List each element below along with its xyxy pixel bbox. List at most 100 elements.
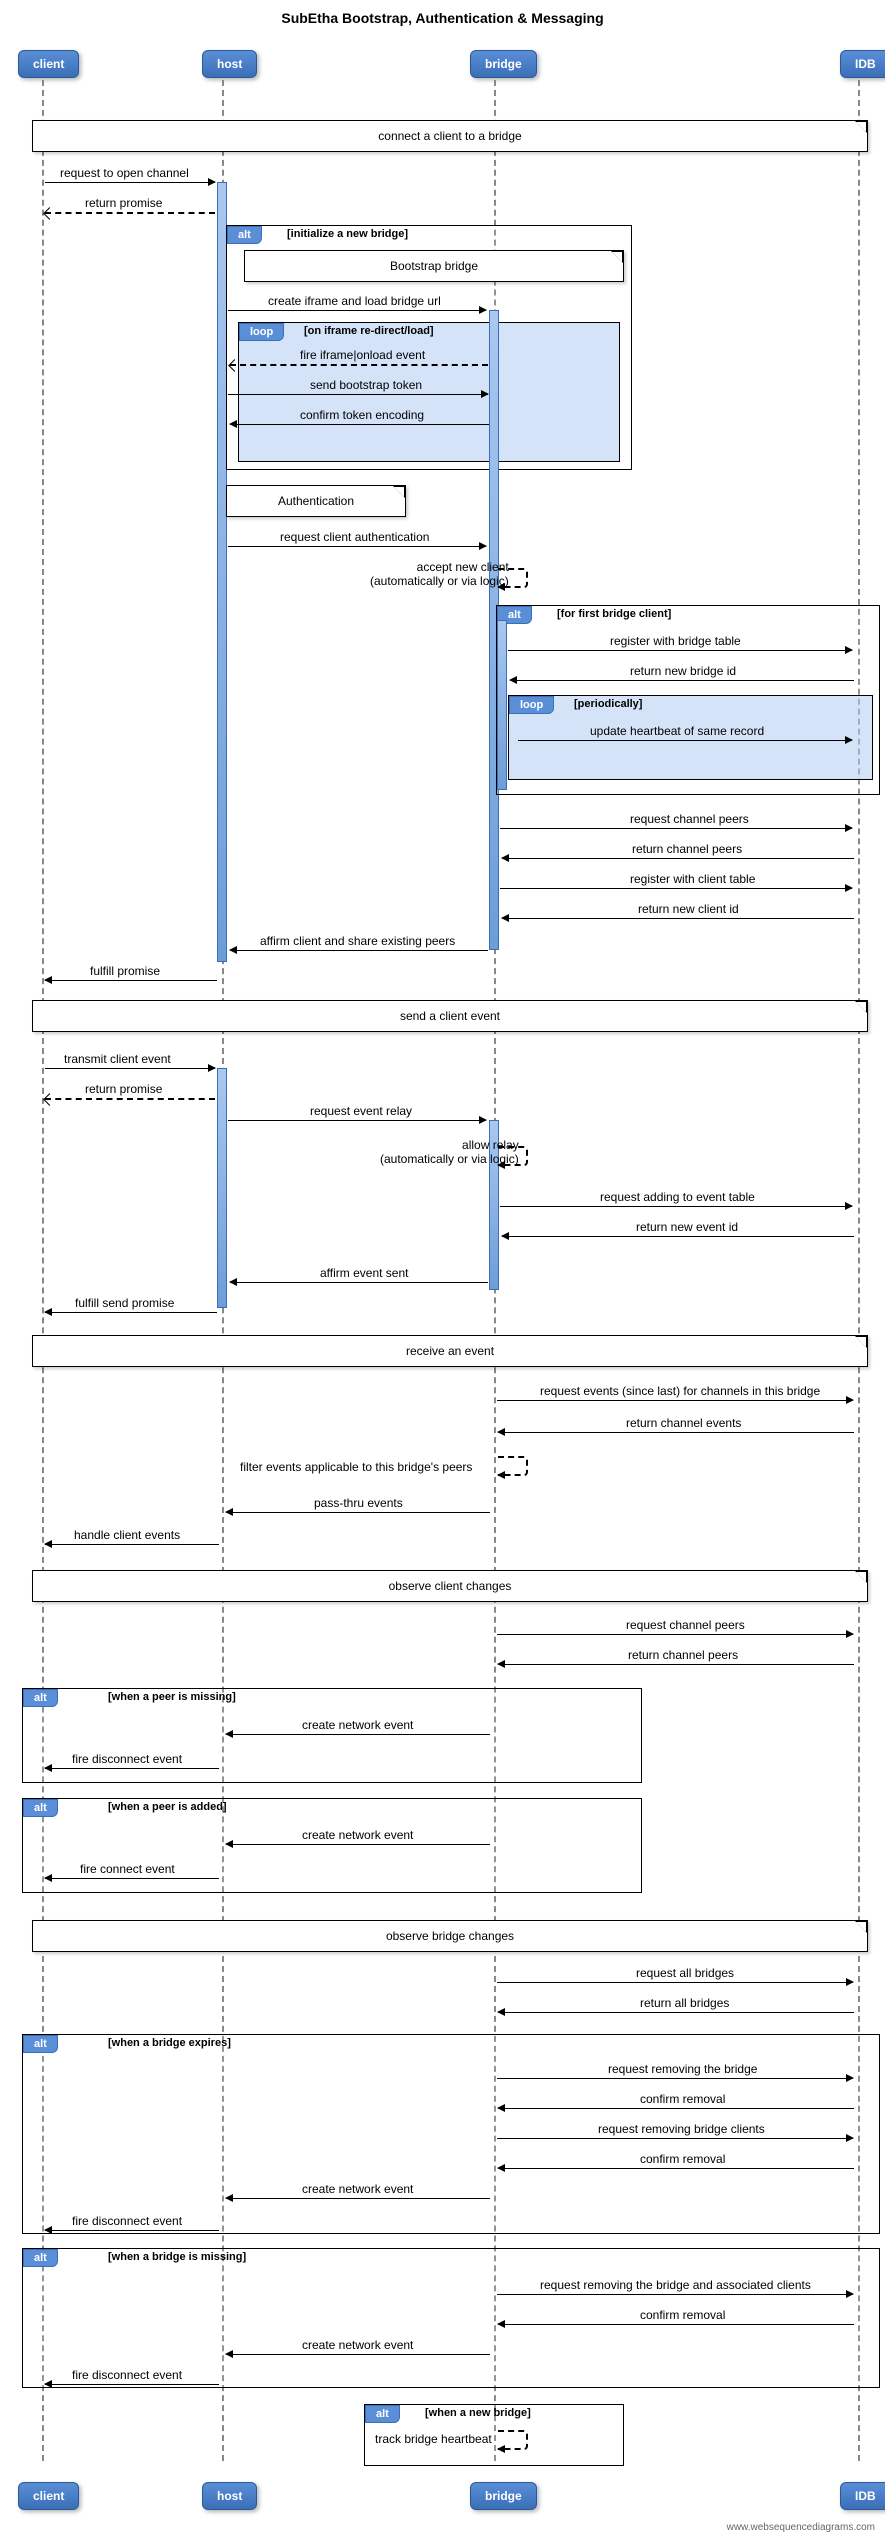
- msg-ret-event-id: return new event id: [636, 1220, 738, 1234]
- arrow-fire-disc-1: [45, 1768, 219, 1769]
- note-auth: Authentication: [226, 485, 406, 517]
- arrow-create-net-2: [226, 1844, 490, 1845]
- msg-req-peers-2: request channel peers: [626, 1618, 745, 1632]
- arrow-reg-client: [500, 888, 852, 889]
- frame-tag-alt-4: alt: [23, 1799, 58, 1817]
- frame-tag-alt-5: alt: [23, 2035, 58, 2053]
- arrow-send-token: [228, 394, 488, 395]
- arrow-ret-event-id: [502, 1236, 854, 1237]
- arrow-create-net-1: [226, 1734, 490, 1735]
- msg-conf-rm-3: confirm removal: [640, 2308, 725, 2322]
- msg-conf-rm-2: confirm removal: [640, 2152, 725, 2166]
- cond-peer-add: [when a peer is added]: [108, 1801, 227, 1813]
- arrow-conf-rm-2: [498, 2168, 854, 2169]
- arrow-ret-promise-1: [45, 212, 215, 214]
- arrow-fire-disc-2: [45, 2230, 219, 2231]
- frame-tag-loop-2: loop: [509, 696, 554, 714]
- self-track: [498, 2430, 528, 2450]
- frame-tag-alt-3: alt: [23, 1689, 58, 1707]
- self-accept: [498, 568, 528, 588]
- msg-pass-thru: pass-thru events: [314, 1496, 403, 1510]
- msg-handle: handle client events: [74, 1528, 180, 1542]
- self-allow: [498, 1146, 528, 1166]
- arrow-fulfill-1: [45, 980, 217, 981]
- msg-transmit: transmit client event: [64, 1052, 171, 1066]
- actor-client-top: client: [18, 50, 79, 78]
- arrow-pass-thru: [226, 1512, 490, 1513]
- self-filter: [498, 1456, 528, 1476]
- msg-ret-peers-1: return channel peers: [632, 842, 742, 856]
- arrow-req-rm-bridge: [497, 2078, 853, 2079]
- msg-track: track bridge heartbeat: [375, 2432, 492, 2446]
- msg-fire-conn: fire connect event: [80, 1862, 175, 1876]
- msg-ret-promise-1: return promise: [85, 196, 162, 210]
- arrow-transmit: [45, 1068, 215, 1069]
- arrow-affirm-client: [230, 950, 488, 951]
- arrow-conf-rm-3: [498, 2324, 854, 2325]
- actor-host-bot: host: [202, 2482, 257, 2510]
- frame-tag-loop-1: loop: [239, 323, 284, 341]
- msg-req-rm-assoc: request removing the bridge and associat…: [540, 2278, 811, 2292]
- msg-ret-client: return new client id: [638, 902, 739, 916]
- msg-affirm-client: affirm client and share existing peers: [260, 934, 455, 948]
- msg-ret-promise-2: return promise: [85, 1082, 162, 1096]
- arrow-req-add-event: [500, 1206, 852, 1207]
- arrow-req-peers-2: [497, 1634, 853, 1635]
- msg-send-token: send bootstrap token: [310, 378, 422, 392]
- note-obs-bridge: observe bridge changes: [32, 1920, 868, 1952]
- cond-first: [for first bridge client]: [557, 608, 671, 620]
- arrow-req-relay: [228, 1120, 486, 1121]
- cond-bridge-miss: [when a bridge is missing]: [108, 2251, 246, 2263]
- msg-ret-bridge: return new bridge id: [630, 664, 736, 678]
- arrow-ret-peers-1: [502, 858, 854, 859]
- actor-idb-top: IDB: [840, 50, 885, 78]
- cond-iframe: [on iframe re-direct/load]: [304, 325, 434, 337]
- msg-req-events: request events (since last) for channels…: [540, 1384, 820, 1398]
- arrow-fulfill-send: [45, 1312, 217, 1313]
- arrow-req-open: [45, 182, 215, 183]
- note-obs-client: observe client changes: [32, 1570, 868, 1602]
- msg-create-net-1: create network event: [302, 1718, 413, 1732]
- msg-fire-disc-2: fire disconnect event: [72, 2214, 182, 2228]
- arrow-create-iframe: [228, 310, 486, 311]
- frame-loop-iframe: loop [on iframe re-direct/load]: [238, 322, 620, 462]
- msg-reg-bridge: register with bridge table: [610, 634, 741, 648]
- arrow-req-events: [497, 1400, 853, 1401]
- actor-host-top: host: [202, 50, 257, 78]
- arrow-ret-events: [498, 1432, 854, 1433]
- msg-req-rm-clients: request removing bridge clients: [598, 2122, 765, 2136]
- arrow-handle: [45, 1544, 219, 1545]
- msg-conf-rm-1: confirm removal: [640, 2092, 725, 2106]
- footer-credit: www.websequencediagrams.com: [727, 2522, 875, 2533]
- arrow-req-rm-assoc: [497, 2294, 853, 2295]
- sequence-diagram: SubEtha Bootstrap, Authentication & Mess…: [0, 0, 885, 2541]
- msg-fire-disc-3: fire disconnect event: [72, 2368, 182, 2382]
- arrow-req-auth: [228, 546, 486, 547]
- msg-req-rm-bridge: request removing the bridge: [608, 2062, 757, 2076]
- msg-ret-peers-2: return channel peers: [628, 1648, 738, 1662]
- arrow-fire-disc-3: [45, 2384, 219, 2385]
- arrow-create-net-4: [226, 2354, 490, 2355]
- actor-idb-bot: IDB: [840, 2482, 885, 2510]
- msg-ret-events: return channel events: [626, 1416, 741, 1430]
- note-connect: connect a client to a bridge: [32, 120, 868, 152]
- msg-create-iframe: create iframe and load bridge url: [268, 294, 441, 308]
- msg-create-net-4: create network event: [302, 2338, 413, 2352]
- arrow-ret-peers-2: [498, 1664, 854, 1665]
- msg-fulfill-1: fulfill promise: [90, 964, 160, 978]
- arrow-affirm-sent: [230, 1282, 488, 1283]
- msg-req-add-event: request adding to event table: [600, 1190, 755, 1204]
- frame-alt-bridge-miss: alt [when a bridge is missing]: [22, 2248, 880, 2388]
- arrow-reg-bridge: [508, 650, 852, 651]
- msg-filter: filter events applicable to this bridge'…: [240, 1460, 472, 1474]
- actor-bridge-bot: bridge: [470, 2482, 537, 2510]
- msg-req-open: request to open channel: [60, 166, 189, 180]
- msg-create-net-2: create network event: [302, 1828, 413, 1842]
- cond-init: [initialize a new bridge]: [287, 228, 408, 240]
- activation-bridge-2: [497, 620, 507, 790]
- cond-new-bridge: [when a new bridge]: [425, 2407, 531, 2419]
- arrow-ret-bridge: [510, 680, 854, 681]
- cond-periodic: [periodically]: [574, 698, 642, 710]
- cond-bridge-exp: [when a bridge expires]: [108, 2037, 231, 2049]
- msg-accept-new: accept new client (automatically or via …: [370, 560, 509, 588]
